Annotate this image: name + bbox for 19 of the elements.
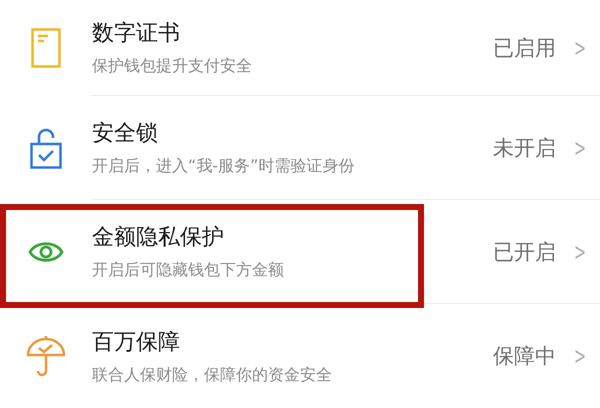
item-description: 保护钱包提升支付安全 <box>92 56 253 77</box>
chevron-icon[interactable]: > <box>574 238 586 266</box>
chevron-icon[interactable]: > <box>574 134 586 162</box>
item-description: 开启后，进入“我-服务”时需验证身份 <box>92 156 356 177</box>
status-label: 保障中 <box>492 343 556 370</box>
document-icon <box>31 28 61 68</box>
item-title: 百万保障 <box>92 328 181 356</box>
chevron-icon[interactable]: > <box>574 342 586 370</box>
item-title: 安全锁 <box>92 120 159 148</box>
item-title: 数字证书 <box>92 20 181 48</box>
status-label: 已启用 <box>492 34 556 62</box>
item-title: 金额隐私保护 <box>92 224 225 252</box>
status-label: 已开启 <box>492 238 556 266</box>
umbrella-icon <box>26 335 66 377</box>
lock-icon <box>30 127 62 169</box>
item-description: 开启后可隐藏钱包下方金额 <box>92 260 285 281</box>
status-label: 未开启 <box>492 134 556 162</box>
chevron-icon[interactable]: > <box>574 34 586 62</box>
item-description: 联合人保财险，保障你的资金安全 <box>92 364 333 386</box>
